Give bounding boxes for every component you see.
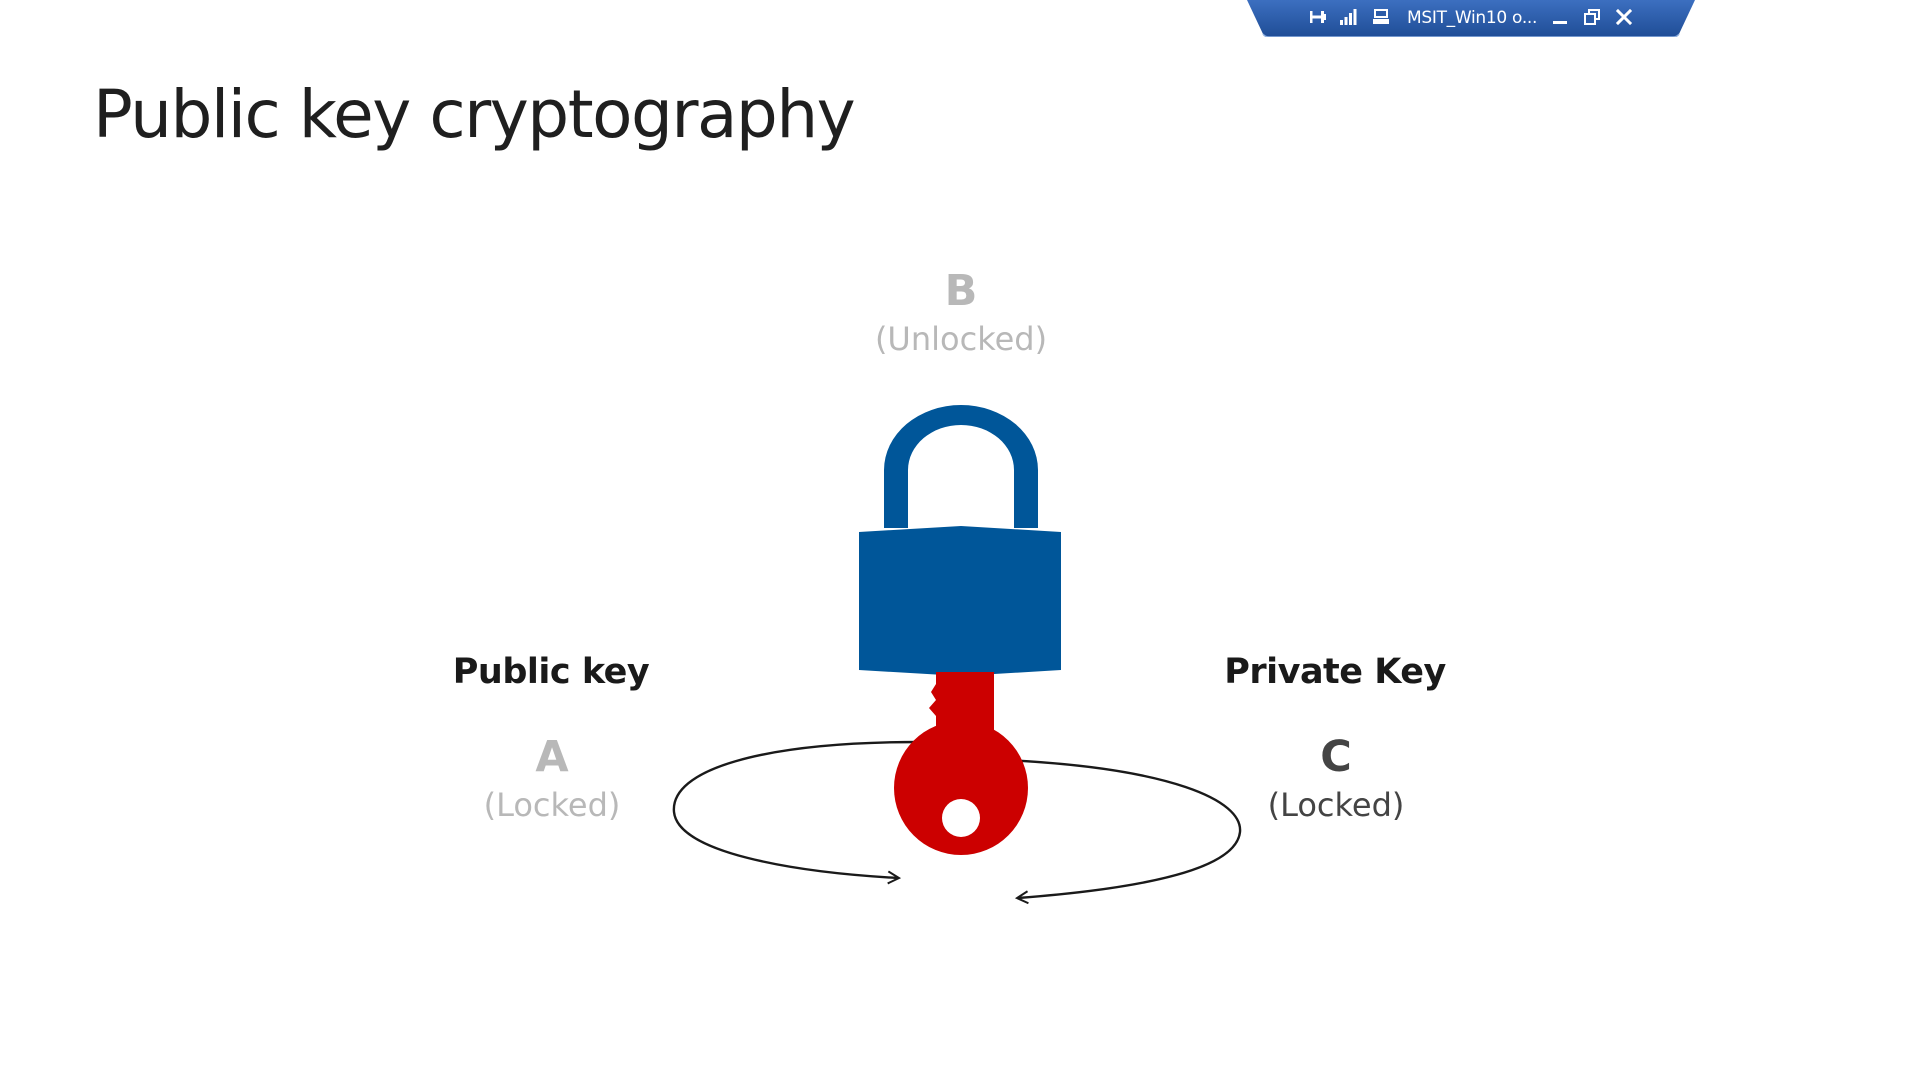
padlock-body [859,526,1061,676]
private-key-label: Private Key [1224,652,1446,692]
state-a-letter: A [535,732,569,782]
public-key-label: Public key [452,652,650,692]
state-b-letter: B [944,266,978,316]
slide: MSIT_Win10 o... Public key cryptography [0,0,1920,1079]
state-c-status: (Locked) [1267,786,1405,824]
state-a-status: (Locked) [483,786,621,824]
left-cycle-arrow [672,740,921,878]
padlock-shackle [884,405,1038,528]
lock-and-key-diagram [672,405,1242,1079]
state-b-status: (Unlocked) [874,320,1048,358]
key-icon [894,672,1028,855]
key-hole [942,799,980,837]
state-c-letter: C [1320,732,1352,782]
right-cycle-arrow [1004,758,1242,898]
padlock-icon [859,405,1061,676]
